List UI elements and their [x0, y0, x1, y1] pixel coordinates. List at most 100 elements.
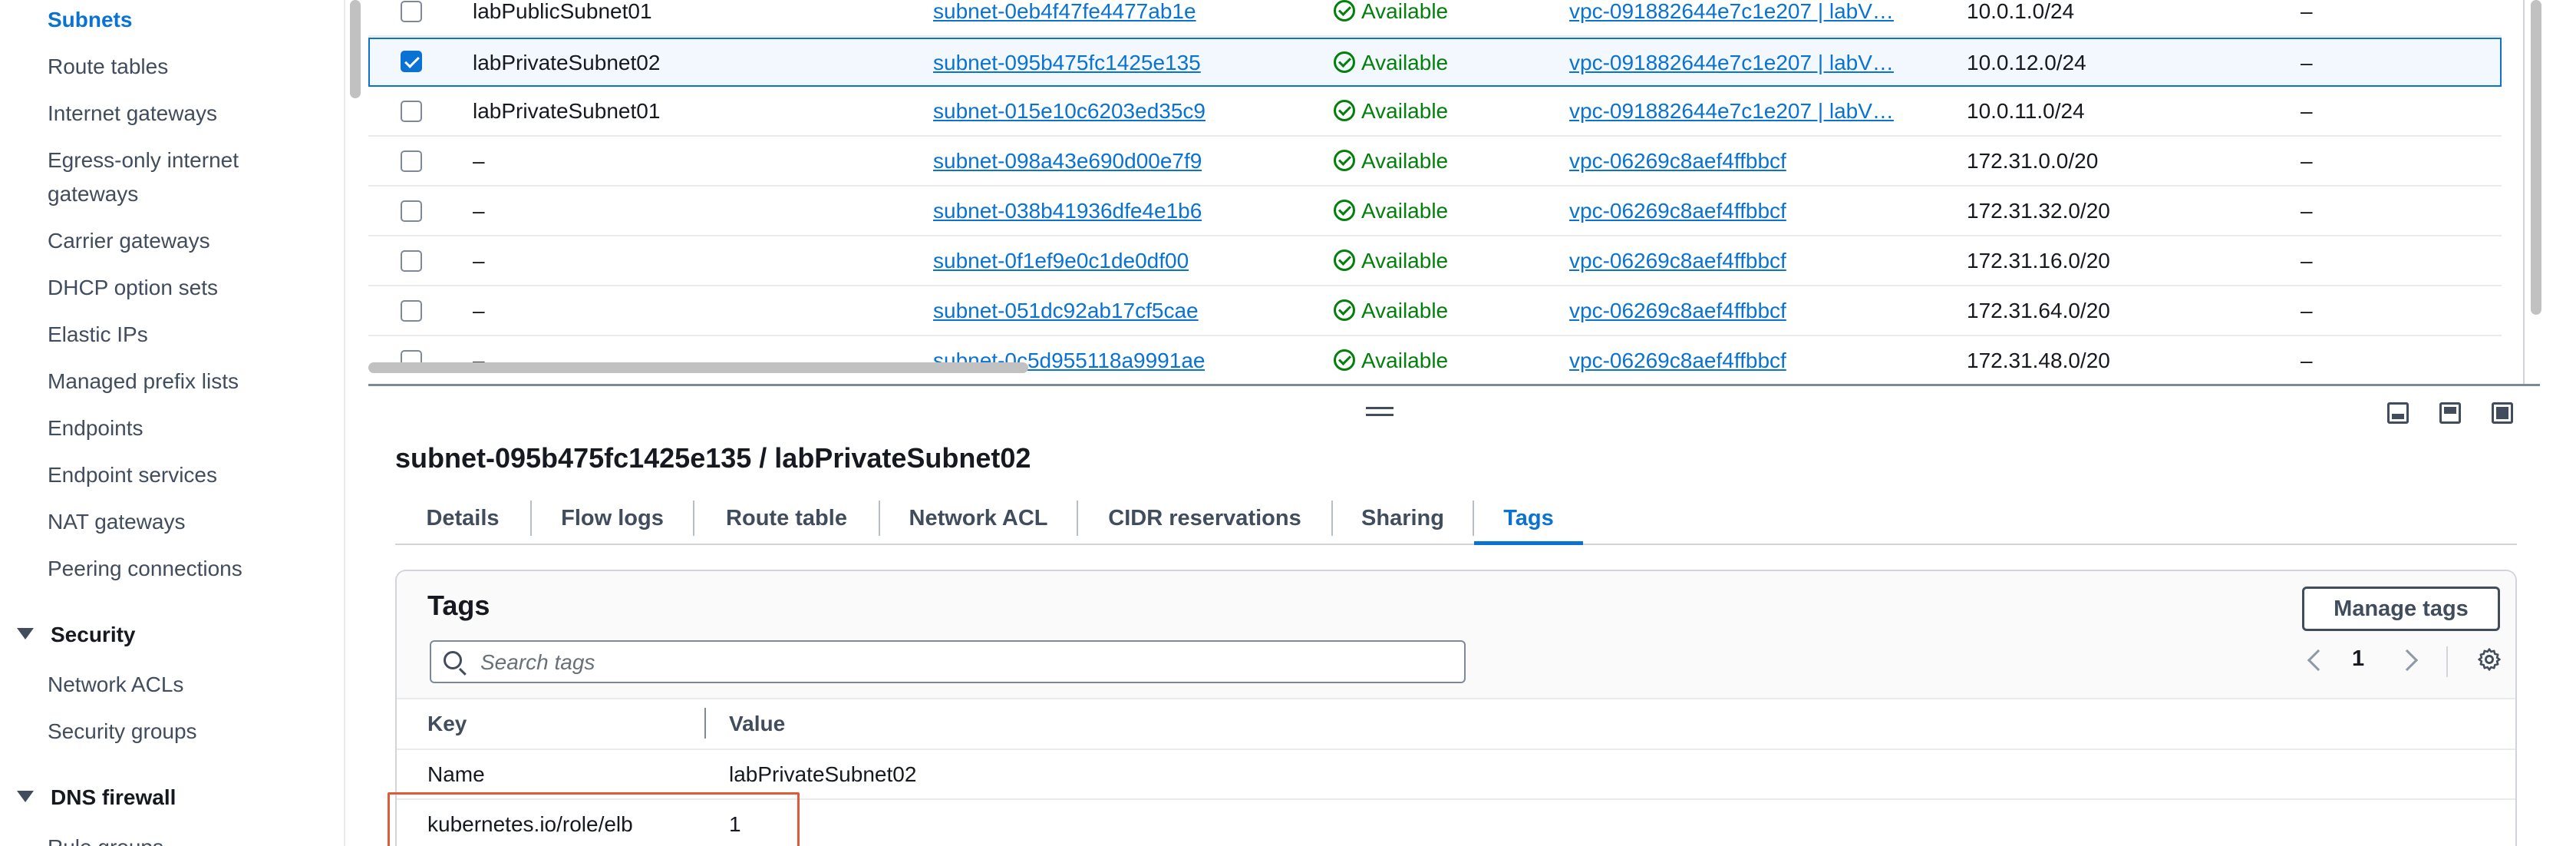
tab-flow-logs[interactable]: Flow logs: [532, 491, 693, 545]
sidebar-item-security-groups[interactable]: Security groups: [48, 715, 197, 748]
manage-tags-button[interactable]: Manage tags: [2302, 587, 2500, 631]
row-checkbox[interactable]: [401, 200, 422, 222]
subnet-ipv6: –: [2301, 149, 2313, 173]
sidebar-item-egress-only-cont[interactable]: gateways: [48, 177, 138, 210]
panel-layout-icon[interactable]: [2387, 402, 2409, 424]
sidebar-item-rule-groups[interactable]: Rule groups: [48, 831, 163, 846]
sidebar-section-security[interactable]: Security: [17, 620, 136, 650]
vpc-link[interactable]: vpc-06269c8aef4ffbbcf: [1569, 237, 1915, 285]
table-row[interactable]: – subnet-0c5d955118a9991ae Available vpc…: [368, 337, 2502, 384]
table-row-selected[interactable]: labPrivateSubnet02 subnet-095b475fc1425e…: [368, 38, 2502, 87]
row-checkbox[interactable]: [401, 101, 422, 122]
tab-network-acl[interactable]: Network ACL: [880, 491, 1077, 545]
sidebar-item-network-acls[interactable]: Network ACLs: [48, 668, 183, 701]
annotation-highlight-box: [388, 792, 800, 846]
vpc-link[interactable]: vpc-091882644e7c1e207 | labV…: [1569, 88, 1915, 135]
sidebar-item-egress-only[interactable]: Egress-only internet: [48, 144, 239, 177]
tab-tags[interactable]: Tags: [1474, 491, 1583, 545]
row-checkbox[interactable]: [401, 300, 422, 322]
column-header-value[interactable]: Value: [729, 699, 785, 749]
subnet-ipv6: –: [2301, 199, 2313, 223]
caret-down-icon: [17, 628, 34, 640]
table-row[interactable]: – subnet-0f1ef9e0c1de0df00 Available vpc…: [368, 237, 2502, 286]
subnet-cidr: 172.31.0.0/20: [1967, 149, 2099, 173]
sidebar-item-route-tables[interactable]: Route tables: [48, 50, 168, 83]
subnet-id-link[interactable]: subnet-015e10c6203ed35c9: [933, 88, 1206, 135]
subnet-cidr: 172.31.64.0/20: [1967, 299, 2110, 322]
table-row[interactable]: labPublicSubnet01 subnet-0eb4f47fe4477ab…: [368, 0, 2502, 37]
row-checkbox[interactable]: [401, 150, 422, 172]
subnet-state: Available: [1334, 39, 1448, 87]
tags-title: Tags: [427, 590, 490, 621]
subnet-cidr: 10.0.12.0/24: [1967, 51, 2086, 74]
sidebar-item-peering-connections[interactable]: Peering connections: [48, 552, 242, 585]
state-label: Available: [1361, 199, 1449, 223]
subnet-ipv6: –: [2301, 299, 2313, 322]
panel-layout-icon[interactable]: [2439, 402, 2461, 424]
column-header-key[interactable]: Key: [427, 699, 467, 749]
table-row: Name labPrivateSubnet02: [397, 749, 2515, 798]
vpc-link[interactable]: vpc-06269c8aef4ffbbcf: [1569, 137, 1915, 185]
state-label: Available: [1361, 299, 1449, 322]
sidebar-item-endpoint-services[interactable]: Endpoint services: [48, 458, 217, 491]
table-row[interactable]: – subnet-051dc92ab17cf5cae Available vpc…: [368, 287, 2502, 336]
split-panel-divider: [368, 384, 2540, 386]
state-label: Available: [1361, 349, 1449, 372]
page-number[interactable]: 1: [2352, 646, 2364, 672]
sidebar-item-carrier-gateways[interactable]: Carrier gateways: [48, 224, 210, 257]
subnet-state: Available: [1334, 237, 1448, 285]
sidebar-section-dns-firewall[interactable]: DNS firewall: [17, 782, 176, 813]
chevron-right-icon[interactable]: [2396, 649, 2419, 672]
vpc-link[interactable]: vpc-06269c8aef4ffbbcf: [1569, 187, 1915, 235]
sidebar-scrollbar[interactable]: [350, 0, 361, 98]
search-input[interactable]: [480, 646, 1455, 679]
panel-layout-icon[interactable]: [2492, 402, 2513, 424]
sidebar-item-endpoints[interactable]: Endpoints: [48, 411, 143, 444]
status-available-icon: [1334, 199, 1355, 221]
vpc-link[interactable]: vpc-06269c8aef4ffbbcf: [1569, 337, 1915, 384]
drag-handle-icon[interactable]: [1366, 407, 1394, 416]
pager-separator: [2446, 646, 2448, 677]
gear-icon[interactable]: [2476, 646, 2502, 673]
vpc-link[interactable]: vpc-091882644e7c1e207 | labV…: [1569, 39, 1915, 87]
sidebar: Subnets Route tables Internet gateways E…: [0, 0, 345, 846]
sidebar-item-subnets[interactable]: Subnets: [48, 3, 132, 36]
status-available-icon: [1334, 249, 1355, 271]
vpc-link[interactable]: vpc-06269c8aef4ffbbcf: [1569, 287, 1915, 335]
subnet-id-link[interactable]: subnet-098a43e690d00e7f9: [933, 137, 1202, 185]
detail-tabs: Details Flow logs Route table Network AC…: [395, 491, 2517, 545]
row-checkbox[interactable]: [401, 250, 422, 272]
vpc-link[interactable]: vpc-091882644e7c1e207 | labV…: [1569, 0, 1915, 35]
subnet-id-link[interactable]: subnet-0eb4f47fe4477ab1e: [933, 0, 1196, 35]
status-available-icon: [1334, 99, 1355, 121]
row-checkbox[interactable]: [401, 51, 422, 72]
table-row[interactable]: labPrivateSubnet01 subnet-015e10c6203ed3…: [368, 88, 2502, 137]
subnet-name: labPublicSubnet01: [473, 0, 652, 23]
subnet-cidr: 172.31.16.0/20: [1967, 249, 2110, 273]
tab-details[interactable]: Details: [395, 491, 530, 545]
table-horizontal-scrollbar[interactable]: [368, 362, 1028, 373]
subnet-id-link[interactable]: subnet-0c5d955118a9991ae: [933, 337, 1205, 384]
row-checkbox[interactable]: [401, 1, 422, 22]
sidebar-item-dhcp-option-sets[interactable]: DHCP option sets: [48, 271, 218, 304]
sidebar-section-label: Security: [51, 623, 136, 646]
subnet-state: Available: [1334, 187, 1448, 235]
sidebar-item-nat-gateways[interactable]: NAT gateways: [48, 505, 185, 538]
chevron-left-icon[interactable]: [2307, 649, 2330, 672]
table-row[interactable]: – subnet-098a43e690d00e7f9 Available vpc…: [368, 137, 2502, 187]
subnet-id-link[interactable]: subnet-038b41936dfe4e1b6: [933, 187, 1202, 235]
column-resizer[interactable]: [704, 708, 706, 739]
subnet-cidr: 172.31.48.0/20: [1967, 349, 2110, 372]
table-vertical-scrollbar[interactable]: [2531, 0, 2541, 315]
table-row[interactable]: – subnet-038b41936dfe4e1b6 Available vpc…: [368, 187, 2502, 236]
tab-cidr-reservations[interactable]: CIDR reservations: [1078, 491, 1331, 545]
sidebar-item-managed-prefix-lists[interactable]: Managed prefix lists: [48, 365, 239, 398]
sidebar-item-internet-gateways[interactable]: Internet gateways: [48, 97, 217, 130]
subnet-id-link[interactable]: subnet-051dc92ab17cf5cae: [933, 287, 1199, 335]
subnet-id-link[interactable]: subnet-0f1ef9e0c1de0df00: [933, 237, 1189, 285]
search-tags[interactable]: [430, 640, 1466, 683]
tab-sharing[interactable]: Sharing: [1333, 491, 1473, 545]
tab-route-table[interactable]: Route table: [694, 491, 879, 545]
subnet-id-link[interactable]: subnet-095b475fc1425e135: [933, 39, 1201, 87]
sidebar-item-elastic-ips[interactable]: Elastic IPs: [48, 318, 148, 351]
